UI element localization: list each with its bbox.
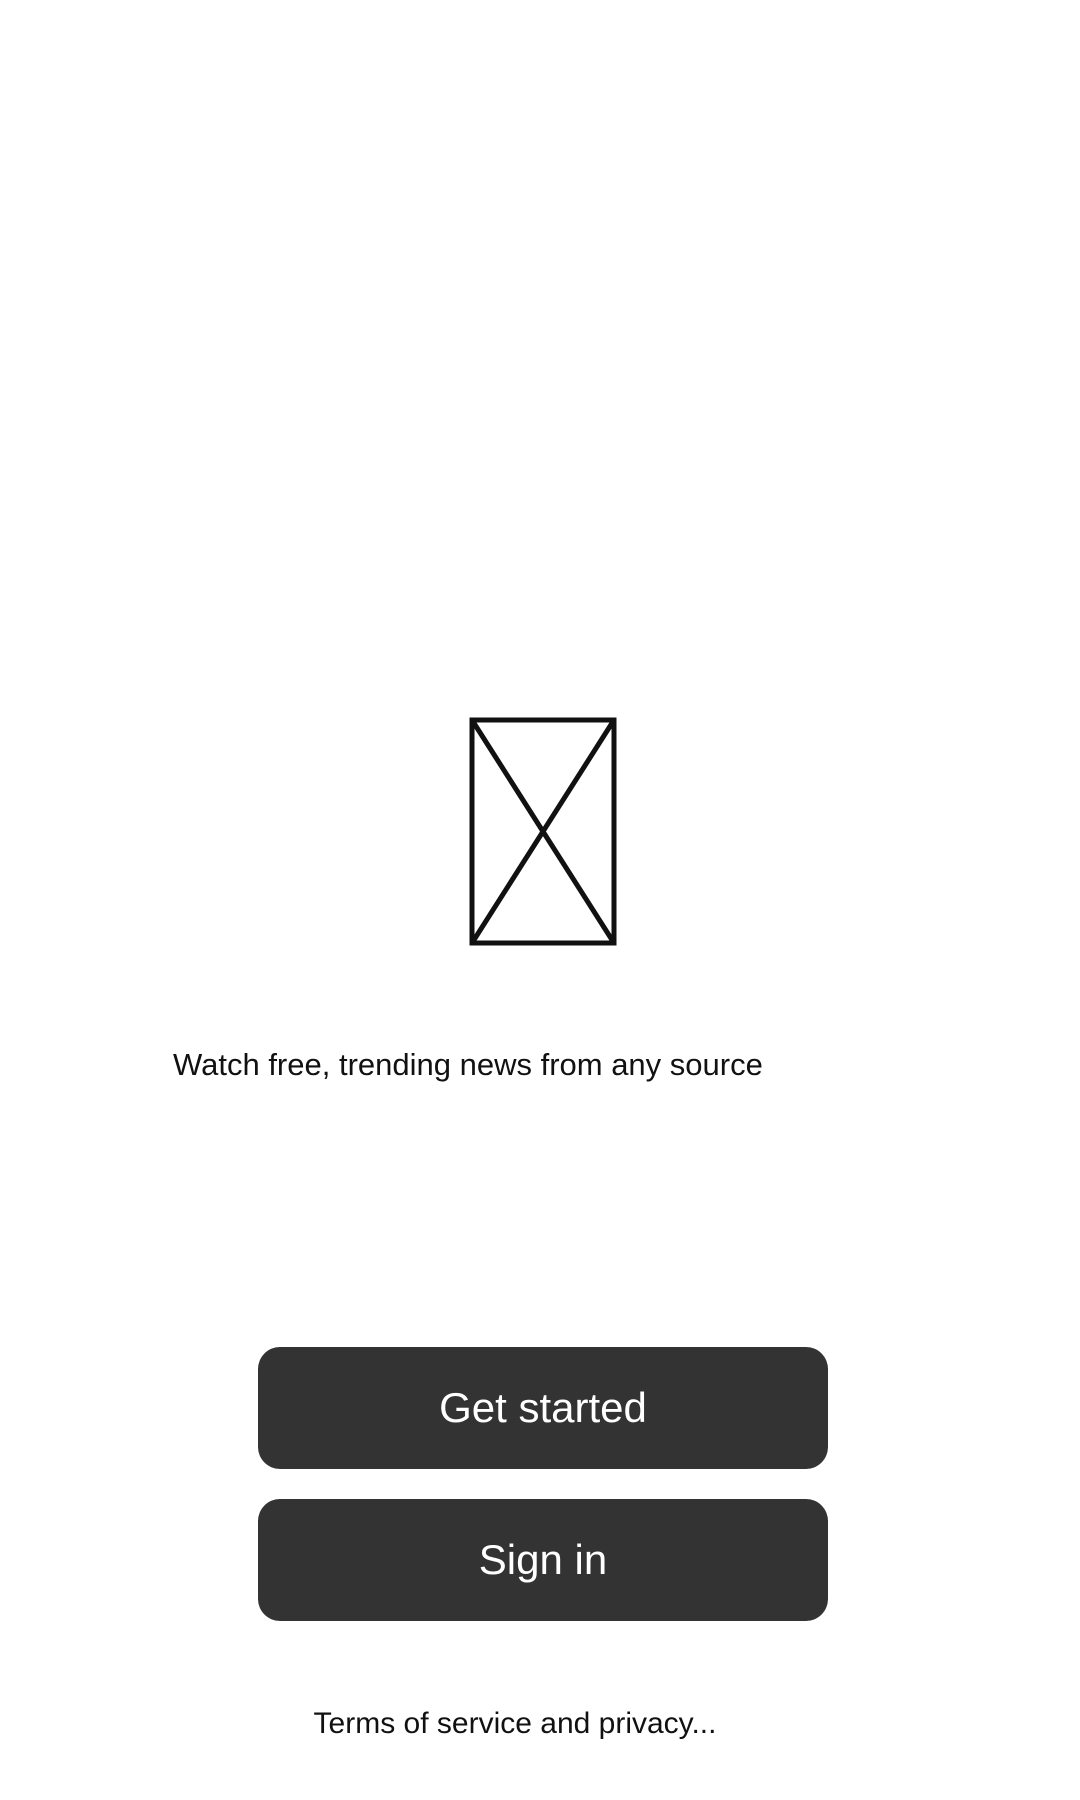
image-placeholder-icon: [469, 717, 617, 946]
get-started-button[interactable]: Get started: [258, 1347, 828, 1469]
tagline: Watch free, trending news from any sourc…: [173, 1047, 763, 1082]
sign-in-button[interactable]: Sign in: [258, 1499, 828, 1621]
terms-and-privacy-link[interactable]: Terms of service and privacy...: [0, 1706, 1030, 1742]
